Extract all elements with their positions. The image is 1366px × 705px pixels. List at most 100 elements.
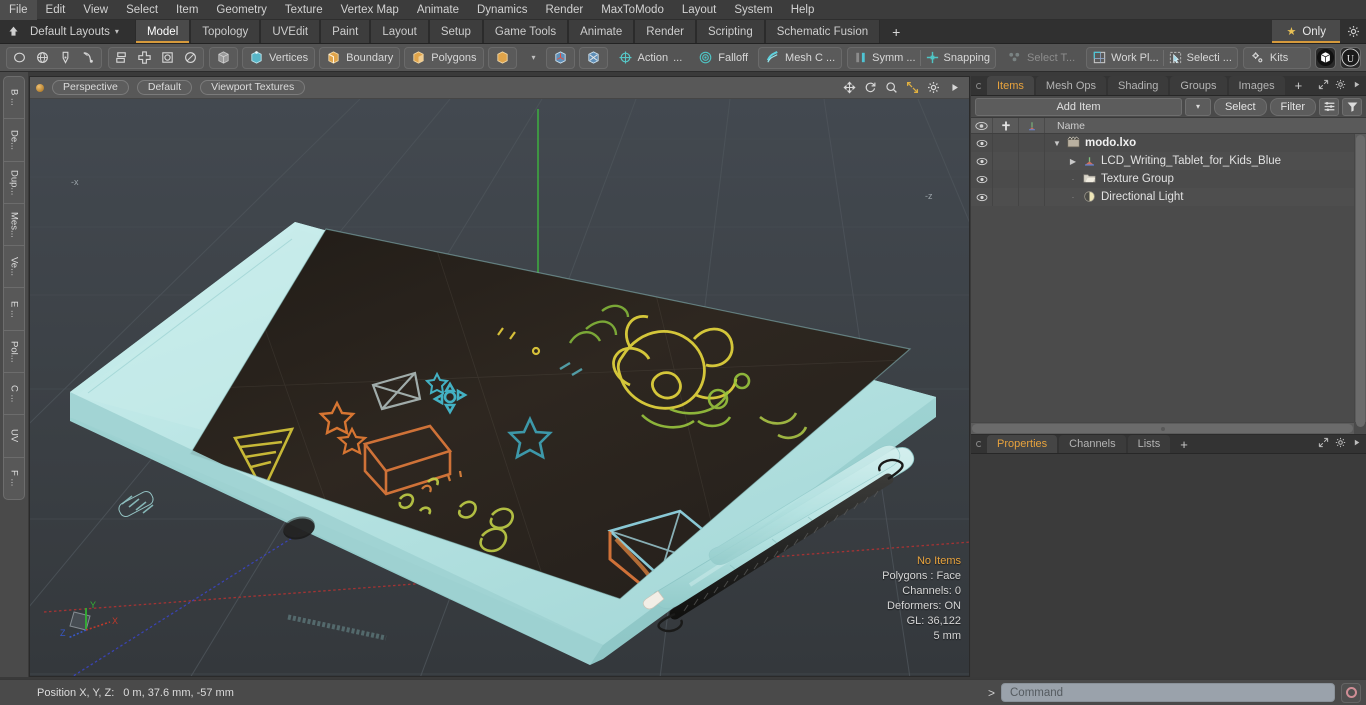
- tab-groups[interactable]: Groups: [1170, 76, 1227, 95]
- add-item-dropdown[interactable]: ▾: [1184, 97, 1211, 116]
- panel-menu-icon[interactable]: [971, 76, 987, 95]
- gear-icon[interactable]: [1335, 79, 1346, 93]
- tab-properties[interactable]: Properties: [987, 435, 1058, 453]
- selection-mode-vertices[interactable]: Vertices: [242, 46, 316, 69]
- layout-tab-uvedit[interactable]: UVEdit: [260, 20, 321, 43]
- item-name-cell[interactable]: · Directional Light: [1045, 188, 1354, 206]
- unreal-logo-icon[interactable]: U: [1340, 46, 1361, 69]
- left-tool-9[interactable]: F ...: [4, 458, 24, 499]
- item-list-horizontal-scrollbar[interactable]: [971, 422, 1354, 434]
- viewport-style-selector[interactable]: Default: [136, 80, 193, 95]
- twirl-arrow-icon[interactable]: ▼: [1051, 139, 1063, 148]
- twirl-arrow-icon[interactable]: ▶: [1067, 157, 1079, 166]
- viewport[interactable]: Perspective Default Viewport Textures -x…: [29, 76, 970, 677]
- selection-mode-polygons[interactable]: Polygons: [404, 46, 484, 69]
- menu-item-geometry[interactable]: Geometry: [207, 0, 276, 20]
- zoom-icon[interactable]: [884, 81, 898, 95]
- menu-item-edit[interactable]: Edit: [37, 0, 75, 20]
- item-list-vertical-scrollbar[interactable]: [1354, 134, 1366, 427]
- left-tool-5[interactable]: E ...: [4, 288, 24, 331]
- curve-tool-icon[interactable]: [77, 48, 100, 68]
- viewport-projection-selector[interactable]: Perspective: [52, 80, 129, 95]
- material-cell[interactable]: [1019, 134, 1045, 152]
- rotate-icon[interactable]: [863, 81, 877, 95]
- item-list-row[interactable]: · Directional Light: [971, 188, 1354, 206]
- eye-icon[interactable]: [971, 188, 993, 206]
- menu-item-dynamics[interactable]: Dynamics: [468, 0, 536, 20]
- layout-tab-animate[interactable]: Animate: [568, 20, 635, 43]
- stack-icon[interactable]: [110, 48, 133, 68]
- funnel-icon[interactable]: [1342, 97, 1362, 116]
- tab-images[interactable]: Images: [1228, 76, 1285, 95]
- scrollbar-thumb[interactable]: [1356, 135, 1365, 427]
- axis-snap-button-1[interactable]: [545, 46, 575, 69]
- select-button[interactable]: Select: [1213, 97, 1267, 116]
- kits-button[interactable]: Kits: [1242, 46, 1311, 69]
- menu-item-vertex-map[interactable]: Vertex Map: [332, 0, 408, 20]
- panel-menu-icon[interactable]: [971, 435, 987, 453]
- symmetry-button[interactable]: Symm ...: [849, 48, 919, 68]
- lock-cell[interactable]: [993, 170, 1019, 188]
- eye-icon[interactable]: [971, 134, 993, 152]
- sphere-icon[interactable]: [31, 48, 54, 68]
- selection-mode-dropdown[interactable]: ▾: [521, 47, 542, 69]
- add-layout-tab-button[interactable]: +: [880, 20, 913, 43]
- ellipse-icon[interactable]: [179, 48, 202, 68]
- menu-item-system[interactable]: System: [725, 0, 781, 20]
- menu-item-file[interactable]: File: [0, 0, 37, 20]
- home-icon[interactable]: [0, 20, 26, 43]
- select-through-button[interactable]: Select T...: [1001, 47, 1081, 69]
- menu-item-texture[interactable]: Texture: [276, 0, 332, 20]
- viewport-shading-selector[interactable]: Viewport Textures: [200, 80, 306, 95]
- left-tool-0[interactable]: B ...: [4, 77, 24, 120]
- tab-lists[interactable]: Lists: [1127, 435, 1171, 453]
- command-input[interactable]: Command: [1001, 683, 1335, 702]
- tab-channels[interactable]: Channels: [1059, 435, 1126, 453]
- add-item-button[interactable]: Add Item: [975, 97, 1182, 116]
- expand-icon[interactable]: [1318, 79, 1329, 93]
- work-plane-button[interactable]: Work Pl...: [1088, 48, 1162, 68]
- left-tool-2[interactable]: Dup...: [4, 162, 24, 204]
- menu-item-select[interactable]: Select: [117, 0, 167, 20]
- eye-icon[interactable]: [971, 118, 993, 133]
- filter-button[interactable]: Filter: [1269, 97, 1316, 116]
- viewport-scene[interactable]: -x -z No Items Polygons: Face Channels:…: [30, 99, 969, 676]
- menu-item-item[interactable]: Item: [167, 0, 207, 20]
- fit-icon[interactable]: [905, 81, 919, 95]
- item-name-cell[interactable]: ▶ LCD_Writing_Tablet_for_Kids_Blue: [1045, 152, 1354, 170]
- snapping-button[interactable]: Snapping: [921, 48, 995, 68]
- gear-icon[interactable]: [926, 81, 940, 95]
- layout-tab-render[interactable]: Render: [634, 20, 696, 43]
- menu-item-render[interactable]: Render: [536, 0, 592, 20]
- circle-icon[interactable]: [8, 48, 31, 68]
- material-cell[interactable]: [1019, 188, 1045, 206]
- layout-tab-scripting[interactable]: Scripting: [695, 20, 765, 43]
- record-icon[interactable]: [1341, 682, 1361, 703]
- scrollbar-thumb[interactable]: [972, 424, 1353, 433]
- pan-icon[interactable]: [842, 81, 856, 95]
- lock-icon[interactable]: [993, 118, 1019, 133]
- menu-item-animate[interactable]: Animate: [408, 0, 468, 20]
- list-options-icon[interactable]: [1319, 97, 1339, 116]
- material-icon[interactable]: [1019, 118, 1045, 133]
- left-tool-7[interactable]: C ...: [4, 373, 24, 416]
- item-list-row[interactable]: ▼ modo.lxo: [971, 134, 1354, 152]
- menu-item-help[interactable]: Help: [782, 0, 824, 20]
- layout-tab-paint[interactable]: Paint: [320, 20, 371, 43]
- square-circle-icon[interactable]: [156, 48, 179, 68]
- play-icon[interactable]: [1352, 438, 1361, 450]
- play-icon[interactable]: [1352, 80, 1361, 92]
- add-items-tab-button[interactable]: +: [1287, 76, 1311, 95]
- menu-item-view[interactable]: View: [74, 0, 117, 20]
- material-cell[interactable]: [1019, 152, 1045, 170]
- tab-mesh-ops[interactable]: Mesh Ops: [1035, 76, 1107, 95]
- item-name-cell[interactable]: ▼ modo.lxo: [1045, 134, 1354, 152]
- mesh-constraint-button[interactable]: Mesh C ...: [758, 46, 843, 69]
- expand-icon[interactable]: [1318, 437, 1329, 451]
- modo-logo-icon[interactable]: [1315, 46, 1336, 69]
- eye-icon[interactable]: [971, 152, 993, 170]
- menu-item-layout[interactable]: Layout: [673, 0, 726, 20]
- lock-cell[interactable]: [993, 152, 1019, 170]
- axis-snap-button-2[interactable]: [578, 46, 608, 69]
- lock-cell[interactable]: [993, 188, 1019, 206]
